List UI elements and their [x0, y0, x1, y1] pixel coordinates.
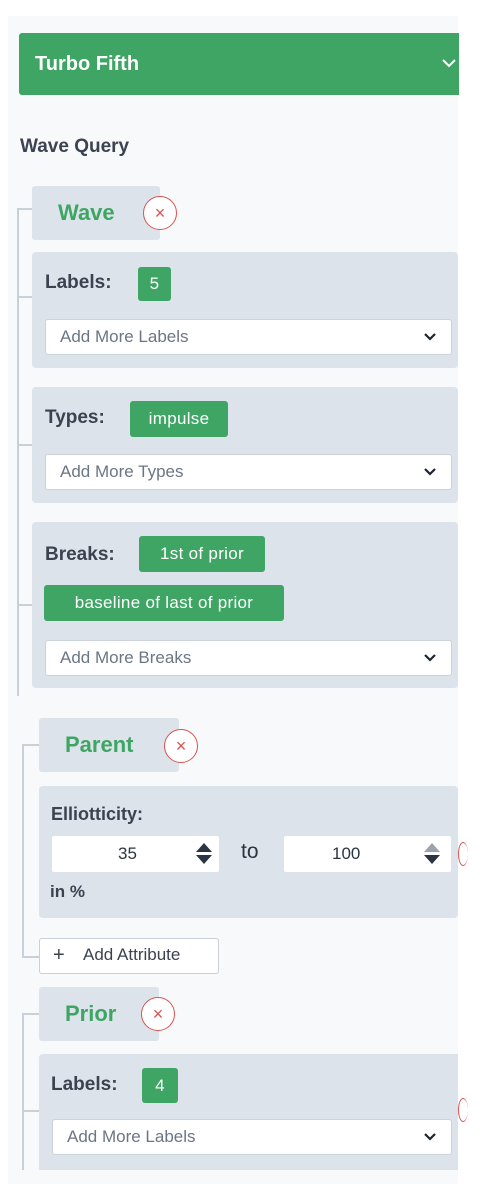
tree-connector-branch [17, 444, 32, 446]
query-header-title: Turbo Fifth [35, 53, 140, 75]
elliotticity-max-input[interactable]: 100 [284, 836, 451, 872]
chevron-down-icon [423, 641, 437, 687]
remove-prior-button[interactable]: × [141, 997, 175, 1031]
remove-attribute-icon[interactable] [458, 1098, 468, 1122]
add-labels-placeholder: Add More Labels [60, 327, 189, 346]
tree-connector-branch [22, 956, 39, 958]
tree-connector-branch [22, 1110, 39, 1112]
plus-icon: + [53, 944, 65, 966]
breaks-card: Breaks: 1st of prior baseline of last of… [32, 522, 458, 688]
elliotticity-min-input[interactable]: 35 [52, 836, 219, 872]
chevron-down-icon [423, 455, 437, 501]
tree-connector-branch [22, 1013, 39, 1015]
add-attribute-label: Add Attribute [83, 945, 181, 964]
types-card: Types: impulse Add More Types [32, 387, 458, 503]
break-tag[interactable]: 1st of prior [139, 536, 265, 572]
close-icon: × [152, 1004, 164, 1024]
tab-prior-label: Prior [65, 1001, 117, 1026]
chevron-down-icon [423, 1120, 437, 1166]
add-breaks-select[interactable]: Add More Breaks [45, 640, 452, 676]
tree-connector-line [22, 1013, 24, 1170]
breaks-label: Breaks: [45, 544, 115, 565]
labels-card: Labels: 5 Add More Labels [32, 252, 458, 368]
tree-connector-branch [17, 296, 32, 298]
tree-connector-line [22, 744, 24, 958]
close-icon: × [175, 736, 187, 756]
prior-labels-label: Labels: [51, 1074, 118, 1095]
label-tag[interactable]: 5 [138, 267, 171, 301]
tree-connector-line [17, 208, 19, 696]
chevron-down-icon[interactable] [441, 33, 457, 120]
add-types-placeholder: Add More Types [60, 462, 184, 481]
tab-wave[interactable]: Wave [32, 186, 160, 240]
prior-labels-card: Labels: 4 Add More Labels [39, 1054, 458, 1170]
range-separator: to [241, 840, 259, 863]
remove-attribute-icon[interactable] [458, 842, 468, 866]
remove-wave-button[interactable]: × [143, 196, 177, 230]
query-header[interactable]: Turbo Fifth [19, 33, 459, 95]
add-prior-labels-select[interactable]: Add More Labels [52, 1119, 452, 1155]
elliotticity-label: Elliotticity: [51, 804, 144, 824]
types-label: Types: [45, 407, 105, 428]
chevron-down-icon [423, 320, 437, 366]
tab-parent-label: Parent [65, 732, 134, 757]
tree-connector-branch [17, 604, 32, 606]
tab-wave-label: Wave [58, 200, 115, 225]
elliotticity-card: Elliotticity: 35 to 100 in % [39, 786, 458, 918]
type-tag[interactable]: impulse [130, 401, 228, 437]
remove-parent-button[interactable]: × [164, 729, 198, 763]
close-icon: × [154, 203, 166, 223]
elliotticity-max-value: 100 [332, 844, 361, 863]
tree-connector-branch [22, 744, 39, 746]
add-breaks-placeholder: Add More Breaks [60, 648, 192, 667]
labels-label: Labels: [45, 272, 112, 293]
add-attribute-button[interactable]: + Add Attribute [39, 938, 219, 974]
tree-connector-branch [17, 208, 32, 210]
section-title: Wave Query [20, 136, 130, 157]
elliotticity-min-value: 35 [118, 844, 137, 863]
add-labels-select[interactable]: Add More Labels [45, 319, 452, 355]
label-tag[interactable]: 4 [142, 1068, 178, 1103]
break-tag[interactable]: baseline of last of prior [44, 585, 284, 621]
spinner-icon[interactable] [424, 843, 440, 865]
tab-parent[interactable]: Parent [39, 718, 179, 772]
add-types-select[interactable]: Add More Types [45, 454, 452, 490]
spinner-icon[interactable] [196, 843, 212, 865]
elliotticity-unit: in % [50, 882, 85, 901]
add-prior-labels-placeholder: Add More Labels [67, 1127, 196, 1146]
